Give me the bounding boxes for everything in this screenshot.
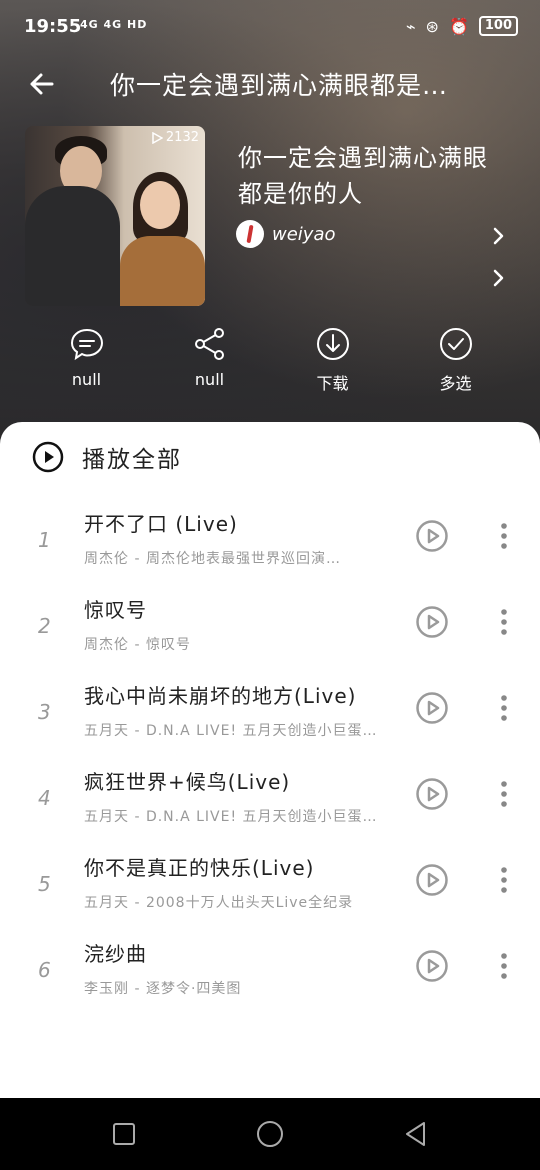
alarm-icon: ⏰ — [448, 16, 469, 36]
download-button[interactable]: 下载 — [271, 326, 394, 406]
share-label: null — [194, 370, 225, 389]
song-title: 我心中尚未崩坏的地方(Live) — [84, 684, 357, 708]
multi-select-icon — [439, 328, 472, 360]
multi-select-button[interactable]: 多选 — [394, 326, 517, 406]
more-options-icon[interactable] — [494, 604, 514, 640]
song-title: 疯狂世界+候鸟(Live) — [84, 770, 291, 794]
share-icon — [194, 328, 224, 360]
network-indicator: 4G 4G HD — [80, 18, 148, 31]
song-row[interactable]: 3 我心中尚未崩坏的地方(Live) 五月天 - D.N.A LIVE! 五月天… — [0, 672, 540, 758]
play-song-icon[interactable] — [414, 518, 450, 554]
play-all-label: 播放全部 — [82, 447, 182, 473]
play-count-icon — [152, 131, 163, 144]
back-nav-icon[interactable] — [400, 1118, 432, 1150]
song-index: 2 — [38, 614, 51, 638]
song-subtitle: 五月天 - D.N.A LIVE! 五月天创造小巨蛋… — [84, 809, 378, 825]
status-icons: ⌁ ⊛ ⏰ 100 — [406, 16, 518, 36]
song-list: 1 开不了口 (Live) 周杰伦 - 周杰伦地表最强世界巡回演… 2 惊叹号 … — [0, 500, 540, 1016]
back-arrow-icon — [30, 73, 54, 95]
song-subtitle: 李玉刚 - 逐梦令·四美图 — [84, 981, 242, 997]
description-chevron-icon[interactable] — [488, 268, 508, 288]
download-label: 下载 — [316, 374, 349, 393]
play-count-value: 2132 — [165, 130, 199, 145]
song-row[interactable]: 6 浣纱曲 李玉刚 - 逐梦令·四美图 — [0, 930, 540, 1016]
cover-figure — [25, 186, 120, 306]
song-row[interactable]: 4 疯狂世界+候鸟(Live) 五月天 - D.N.A LIVE! 五月天创造小… — [0, 758, 540, 844]
more-options-icon[interactable] — [494, 776, 514, 812]
top-navigation: 你一定会遇到满心满眼都是… — [0, 58, 540, 108]
more-options-icon[interactable] — [494, 690, 514, 726]
song-title: 惊叹号 — [84, 598, 147, 622]
play-song-icon[interactable] — [414, 948, 450, 984]
more-options-icon[interactable] — [494, 948, 514, 984]
song-index: 5 — [38, 872, 51, 896]
song-subtitle: 周杰伦 - 周杰伦地表最强世界巡回演… — [84, 551, 341, 567]
play-all-button[interactable]: 播放全部 — [32, 440, 182, 474]
multi-select-label: 多选 — [439, 374, 472, 393]
play-song-icon[interactable] — [414, 776, 450, 812]
comment-icon — [70, 328, 103, 361]
system-navigation-bar — [0, 1098, 540, 1170]
comment-button[interactable]: null — [25, 326, 148, 406]
song-index: 1 — [38, 528, 51, 552]
playlist-actions: null null 下载 多选 — [0, 326, 540, 406]
song-row[interactable]: 1 开不了口 (Live) 周杰伦 - 周杰伦地表最强世界巡回演… — [0, 500, 540, 586]
play-song-icon[interactable] — [414, 690, 450, 726]
playlist-cover[interactable]: 2132 — [25, 126, 205, 306]
creator-chevron-icon[interactable] — [488, 226, 508, 246]
cover-figure — [140, 181, 180, 229]
song-subtitle: 五月天 - D.N.A LIVE! 五月天创造小巨蛋… — [84, 723, 378, 739]
song-row[interactable]: 5 你不是真正的快乐(Live) 五月天 - 2008十万人出头天Live全纪录 — [0, 844, 540, 930]
playlist-name: 你一定会遇到满心满眼都是你的人 — [238, 144, 488, 208]
creator-avatar — [236, 220, 264, 248]
song-index: 6 — [38, 958, 51, 982]
song-title: 你不是真正的快乐(Live) — [84, 856, 315, 880]
comment-label: null — [71, 370, 102, 389]
recent-apps-icon[interactable] — [108, 1118, 140, 1150]
play-song-icon[interactable] — [414, 862, 450, 898]
battery-indicator: 100 — [478, 16, 518, 36]
more-options-icon[interactable] — [494, 862, 514, 898]
home-icon[interactable] — [254, 1118, 286, 1150]
creator-name: weiyao — [272, 223, 336, 245]
status-time: 19:55 — [24, 16, 82, 37]
back-button[interactable] — [22, 64, 62, 104]
cover-figure — [120, 236, 205, 306]
song-subtitle: 周杰伦 - 惊叹号 — [84, 637, 191, 653]
play-all-icon — [32, 441, 64, 473]
play-count: 2132 — [151, 130, 199, 145]
song-title: 开不了口 (Live) — [84, 512, 238, 536]
share-button[interactable]: null — [148, 326, 271, 406]
play-song-icon[interactable] — [414, 604, 450, 640]
download-icon — [316, 328, 349, 360]
song-title: 浣纱曲 — [84, 942, 147, 966]
song-subtitle: 五月天 - 2008十万人出头天Live全纪录 — [84, 895, 354, 911]
song-list-sheet: 播放全部 1 开不了口 (Live) 周杰伦 - 周杰伦地表最强世界巡回演… 2… — [0, 422, 540, 1098]
lock-rotation-icon: ⊛ — [425, 16, 439, 36]
status-bar: 19:55 4G 4G HD ⌁ ⊛ ⏰ 100 — [0, 0, 540, 56]
song-index: 3 — [38, 700, 51, 724]
page-title: 你一定会遇到满心满眼都是… — [110, 71, 449, 100]
vibrate-icon: ⌁ — [405, 16, 416, 36]
song-row[interactable]: 2 惊叹号 周杰伦 - 惊叹号 — [0, 586, 540, 672]
more-options-icon[interactable] — [494, 518, 514, 554]
song-index: 4 — [38, 786, 51, 810]
creator-link[interactable]: weiyao — [236, 220, 336, 248]
